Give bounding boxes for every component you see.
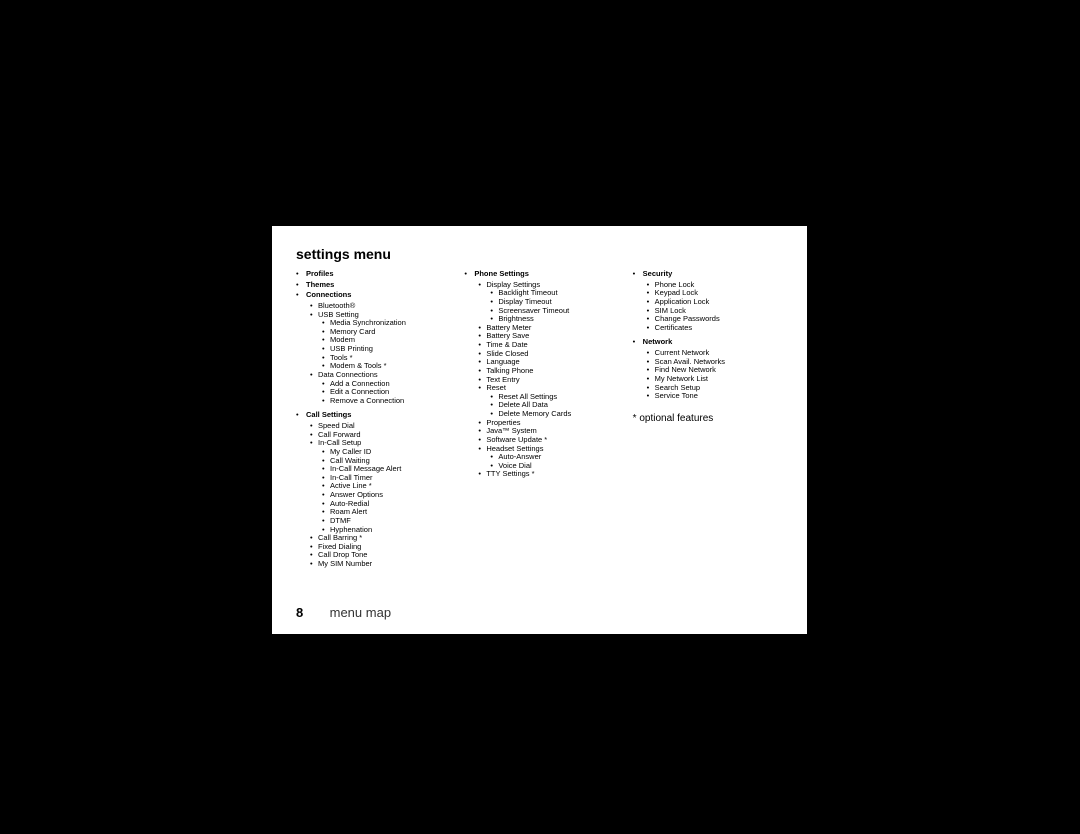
section-items: Phone LockKeypad LockApplication LockSIM…	[643, 281, 783, 333]
list-item: Display SettingsBacklight TimeoutDisplay…	[478, 281, 614, 324]
section-items: Display SettingsBacklight TimeoutDisplay…	[474, 281, 614, 479]
sub-items: Media SynchronizationMemory CardModemUSB…	[318, 319, 446, 371]
section-items: Speed DialCall ForwardIn-Call SetupMy Ca…	[306, 422, 446, 569]
section-title: Themes	[306, 280, 334, 289]
list-item: USB SettingMedia SynchronizationMemory C…	[310, 311, 446, 371]
item-label: Certificates	[655, 323, 693, 332]
sub-items: Add a ConnectionEdit a ConnectionRemove …	[318, 380, 446, 406]
columns: Profiles ThemesConnections Bluetooth®USB S…	[296, 270, 783, 575]
section-items: Bluetooth®USB SettingMedia Synchronizati…	[306, 302, 446, 406]
section: Call Settings Speed DialCall ForwardIn-Ca…	[296, 411, 446, 568]
item-label: Data Connections	[318, 370, 378, 379]
section: Connections Bluetooth®USB SettingMedia Sy…	[296, 291, 446, 405]
section-title: Security	[643, 269, 673, 278]
page-number: 8	[296, 605, 326, 620]
list-item: TTY Settings *	[478, 470, 614, 479]
section: Network Current NetworkScan Avail. Networ…	[633, 338, 783, 400]
sub-items: Auto-AnswerVoice Dial	[486, 453, 614, 470]
section: Phone Settings Display SettingsBacklight …	[464, 270, 614, 479]
section: Profiles	[296, 270, 446, 279]
section-list: Profiles ThemesConnections Bluetooth®USB S…	[296, 270, 446, 569]
footer: 8 menu map	[296, 605, 391, 620]
section-items: Current NetworkScan Avail. NetworksFind …	[643, 349, 783, 401]
optional-features-note: * optional features	[633, 413, 783, 424]
column-3: Security Phone LockKeypad LockApplication…	[633, 270, 783, 575]
list-item: Data ConnectionsAdd a ConnectionEdit a C…	[310, 371, 446, 406]
list-item: Headset SettingsAuto-AnswerVoice Dial	[478, 445, 614, 471]
section: Themes	[296, 281, 446, 290]
section-title: Connections	[306, 290, 351, 299]
footer-label: menu map	[330, 605, 391, 620]
item-label: In-Call Setup	[318, 438, 361, 447]
section-title: Call Settings	[306, 410, 351, 419]
column-1: Profiles ThemesConnections Bluetooth®USB S…	[296, 270, 446, 575]
sub-items: Reset All SettingsDelete All DataDelete …	[486, 393, 614, 419]
sub-items: My Caller IDCall WaitingIn-Call Message …	[318, 448, 446, 534]
item-label: Service Tone	[655, 391, 698, 400]
section-title: Network	[643, 337, 673, 346]
list-item: ResetReset All SettingsDelete All DataDe…	[478, 384, 614, 419]
item-label: Reset	[486, 383, 506, 392]
section-title: Profiles	[306, 269, 334, 278]
item-label: My SIM Number	[318, 559, 372, 568]
item-label: TTY Settings *	[486, 469, 534, 478]
list-item: Remove a Connection	[322, 397, 446, 406]
list-item: Certificates	[647, 324, 783, 333]
sub-items: Backlight TimeoutDisplay TimeoutScreensa…	[486, 289, 614, 324]
document-page: settings menu Profiles ThemesConnections B…	[272, 226, 807, 634]
section: Security Phone LockKeypad LockApplication…	[633, 270, 783, 332]
section-title: Phone Settings	[474, 269, 529, 278]
column-2: Phone Settings Display SettingsBacklight …	[464, 270, 614, 575]
page-title: settings menu	[296, 246, 783, 262]
list-item: Service Tone	[647, 392, 783, 401]
section-list: Phone Settings Display SettingsBacklight …	[464, 270, 614, 479]
list-item: In-Call SetupMy Caller IDCall WaitingIn-…	[310, 439, 446, 534]
list-item: My SIM Number	[310, 560, 446, 569]
section-list: Security Phone LockKeypad LockApplication…	[633, 270, 783, 401]
